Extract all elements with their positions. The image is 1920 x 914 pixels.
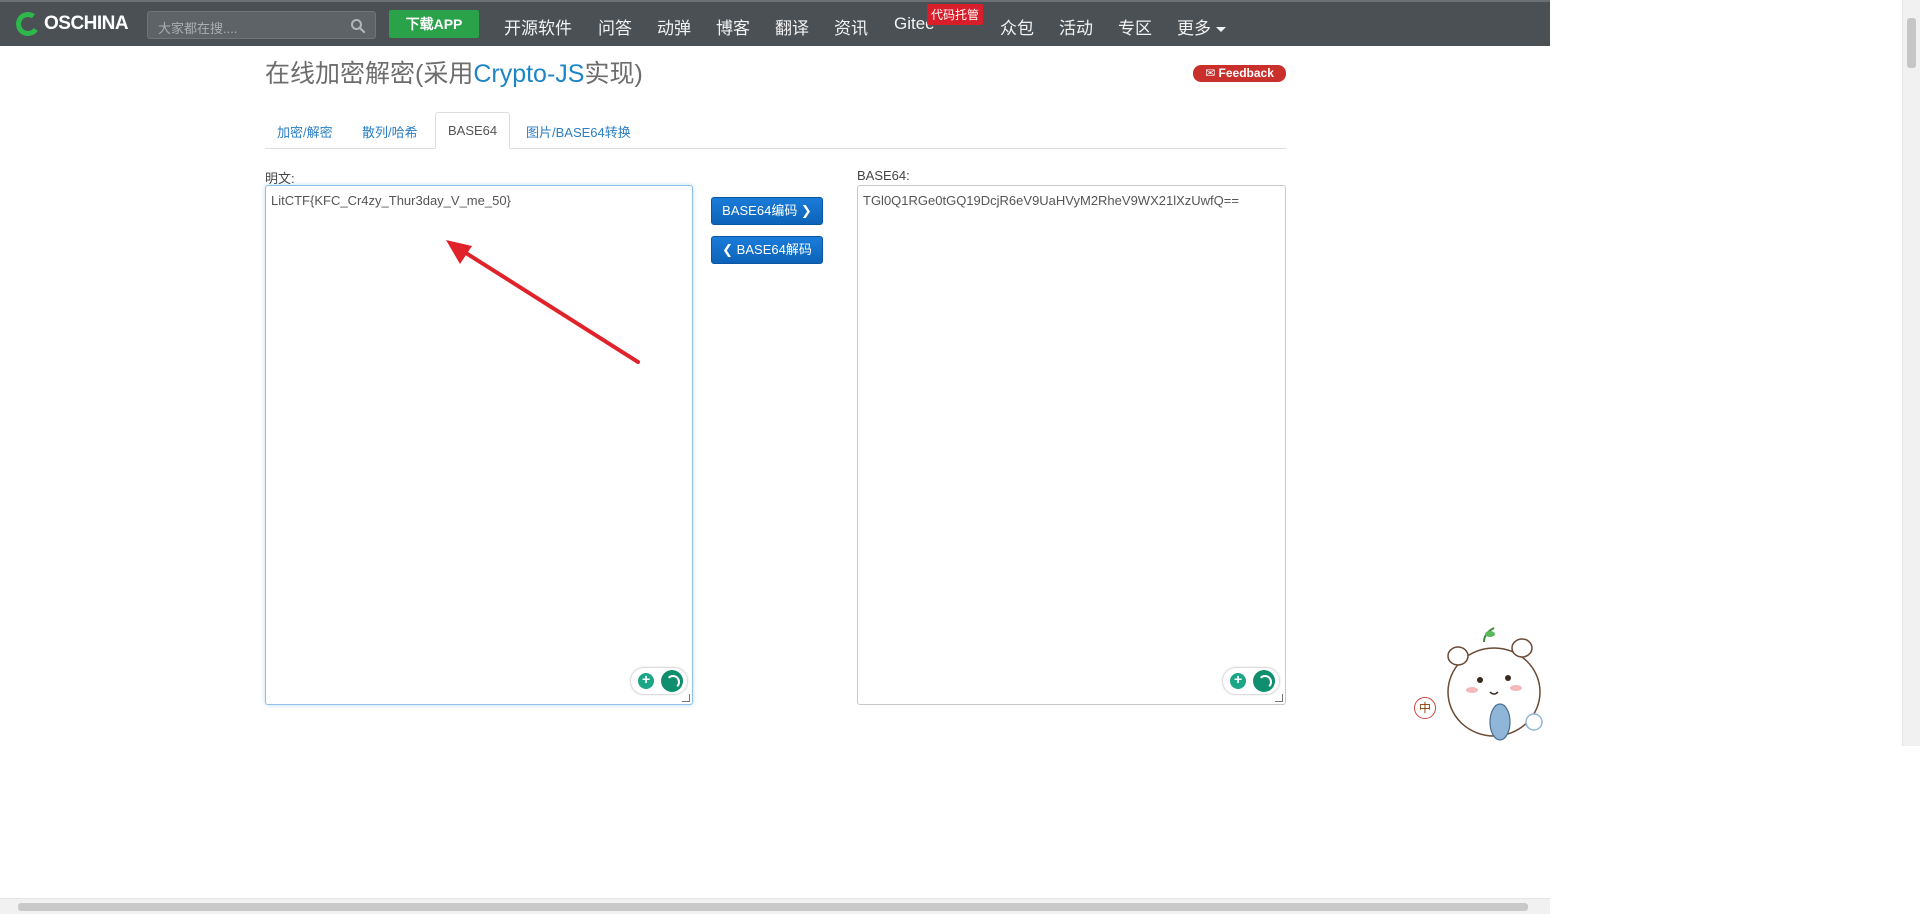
vertical-scrollbar[interactable] (1902, 0, 1920, 746)
base64-textarea[interactable]: TGl0Q1RGe0tGQ19DcjR6eV9UaHVyM2RheV9WX21l… (857, 185, 1286, 705)
plaintext-value: LitCTF{KFC_Cr4zy_Thur3day_V_me_50} (271, 193, 511, 208)
nav-blog[interactable]: 博客 (716, 14, 750, 39)
annotation-arrow (446, 240, 640, 364)
lightbulb-icon[interactable] (1230, 671, 1246, 689)
page-title: 在线加密解密(采用Crypto-JS实现) (265, 54, 643, 90)
horizontal-scroll-thumb[interactable] (18, 903, 1528, 911)
oschina-logo-icon (14, 10, 42, 38)
search-input[interactable]: 大家都在搜.... (147, 11, 376, 39)
page-title-accent: Crypto-JS (473, 60, 585, 88)
nav-qa[interactable]: 问答 (598, 14, 632, 39)
nav-events[interactable]: 活动 (1059, 14, 1093, 39)
base64-value: TGl0Q1RGe0tGQ19DcjR6eV9UaHVyM2RheV9WX21l… (863, 193, 1239, 208)
language-badge[interactable]: 中 (1414, 697, 1436, 719)
oschina-logo[interactable]: OSCHINA (14, 10, 129, 38)
download-app-button[interactable]: 下载APP (389, 10, 479, 38)
nav-translate[interactable]: 翻译 (775, 14, 809, 39)
search-placeholder: 大家都在搜.... (158, 21, 238, 36)
top-nav-bar: OSCHINA 大家都在搜.... 下载APP 开源软件 问答 动弹 博客 翻译… (0, 0, 1550, 46)
tab-base64[interactable]: BASE64 (435, 112, 511, 149)
search-icon[interactable] (350, 18, 366, 34)
logo-text: OSCHINA (44, 13, 129, 34)
lightbulb-icon[interactable] (638, 671, 654, 689)
page-title-suffix: 实现) (584, 60, 643, 88)
refresh-icon[interactable] (1253, 670, 1275, 692)
nav-more[interactable]: 更多 (1177, 14, 1226, 39)
gitee-badge: 代码托管 (927, 4, 984, 25)
nav-more-label: 更多 (1177, 19, 1211, 38)
page-title-prefix: 在线加密解密(采用 (265, 60, 474, 88)
tab-encrypt-decrypt[interactable]: 加密/解密 (265, 112, 345, 149)
nav-open-source[interactable]: 开源软件 (504, 14, 572, 39)
extension-toolbar[interactable] (630, 667, 688, 695)
horizontal-scrollbar[interactable] (0, 898, 1550, 914)
tab-bar: 加密/解密 散列/哈希 BASE64 图片/BASE64转换 (265, 112, 1286, 149)
mascot-illustration (1447, 627, 1543, 741)
tab-hash[interactable]: 散列/哈希 (350, 112, 430, 149)
chevron-down-icon (1216, 27, 1226, 33)
nav-tweets[interactable]: 动弹 (657, 14, 691, 39)
refresh-icon[interactable] (661, 670, 683, 692)
extension-toolbar-right[interactable] (1222, 667, 1280, 695)
base64-decode-button[interactable]: ❮ BASE64解码 (711, 236, 823, 264)
base64-encode-button[interactable]: BASE64编码 ❯ (711, 197, 823, 225)
vertical-scroll-thumb[interactable] (1907, 18, 1916, 68)
feedback-button[interactable]: ✉ Feedback (1193, 65, 1286, 82)
resize-handle[interactable] (682, 694, 690, 702)
nav-news[interactable]: 资讯 (834, 14, 868, 39)
tab-image-base64[interactable]: 图片/BASE64转换 (514, 112, 643, 149)
nav-crowdsourcing[interactable]: 众包 (1000, 14, 1034, 39)
resize-handle[interactable] (1275, 694, 1283, 702)
base64-label: BASE64: (857, 168, 910, 183)
nav-zones[interactable]: 专区 (1118, 14, 1152, 39)
